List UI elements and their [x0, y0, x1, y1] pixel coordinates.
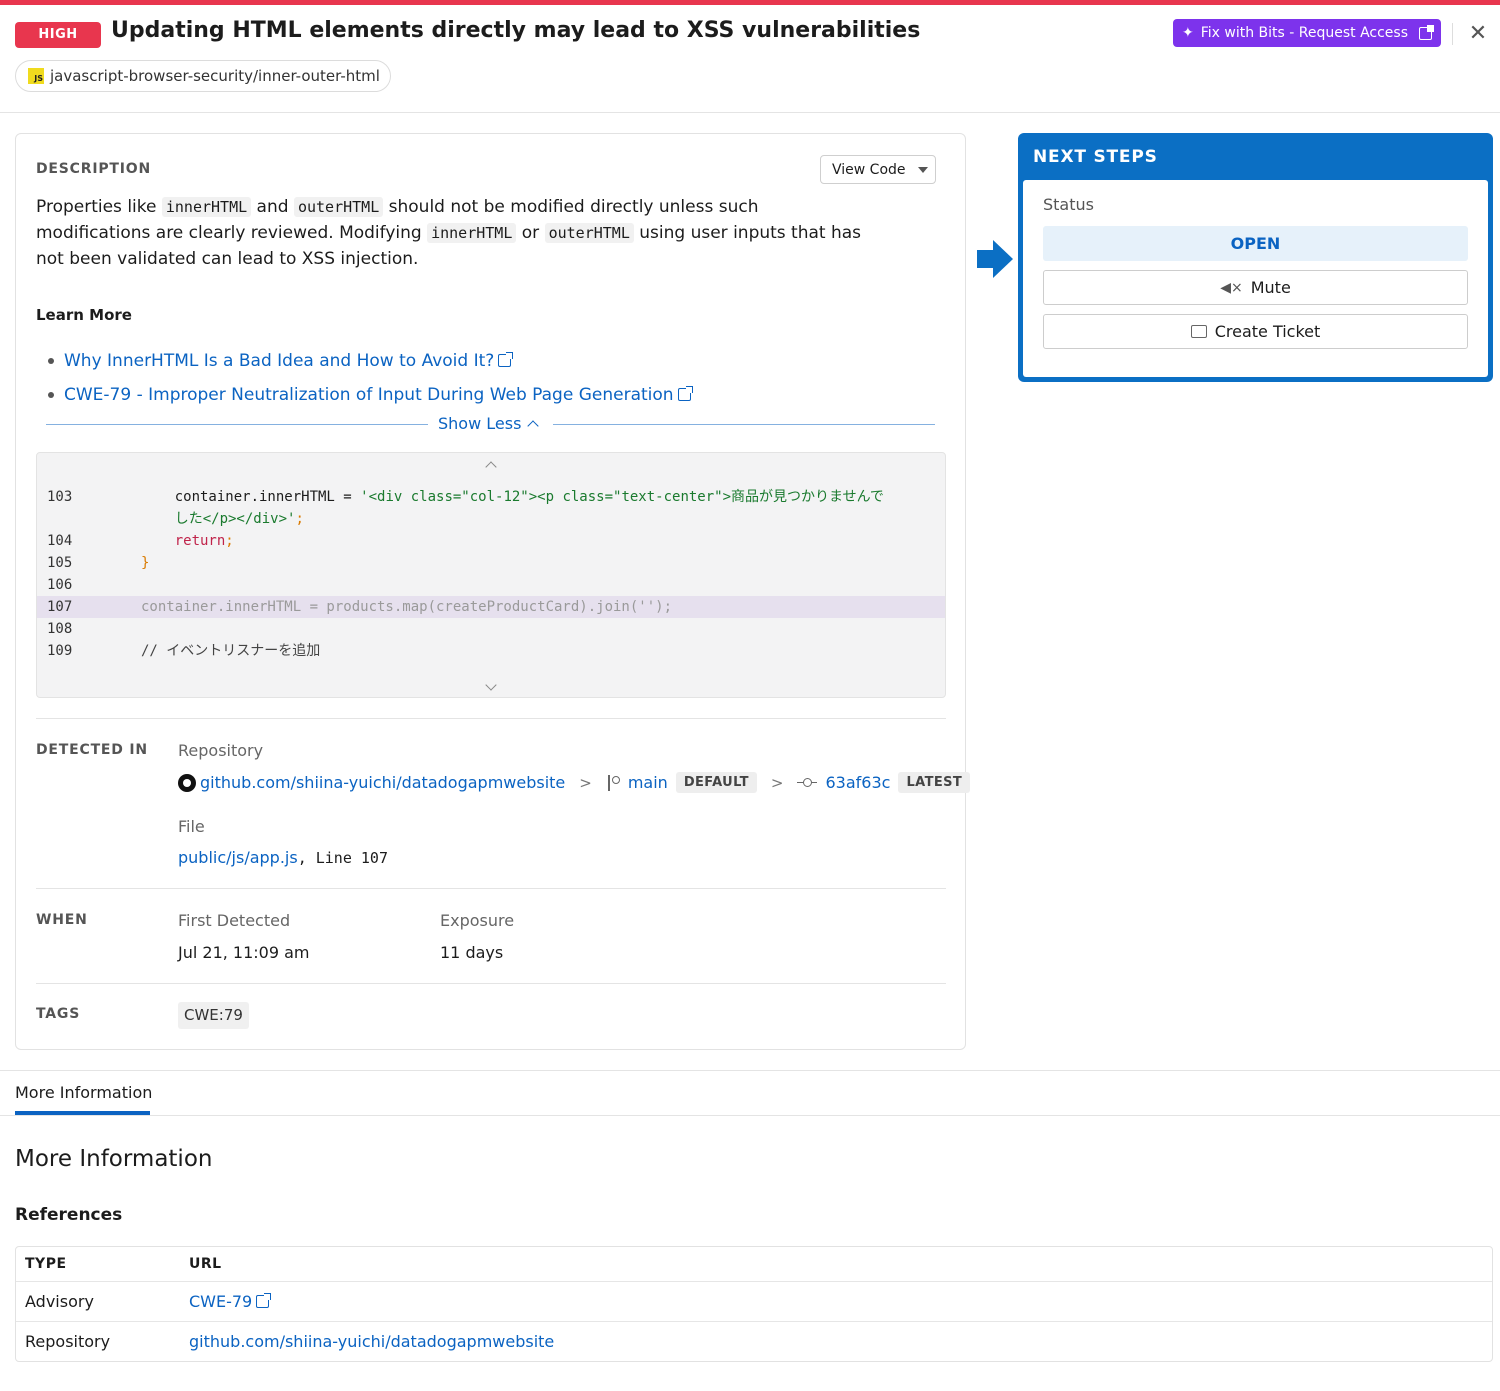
mute-label: Mute	[1250, 278, 1291, 297]
mute-button[interactable]: ◀× Mute	[1043, 270, 1468, 305]
tags-label: TAGS	[36, 1006, 81, 1022]
next-steps-body: Status OPEN ◀× Mute Create Ticket	[1023, 180, 1488, 377]
reference-url-link[interactable]: CWE-79	[189, 1292, 272, 1311]
code-line: 108	[47, 621, 73, 637]
rule-id-pill[interactable]: JS javascript-browser-security/inner-out…	[15, 60, 391, 92]
description-text: Properties like innerHTML and outerHTML …	[36, 197, 862, 269]
learn-more-link[interactable]: Why InnerHTML Is a Bad Idea and How to A…	[64, 344, 514, 378]
show-less-label: Show Less	[438, 414, 522, 433]
code-line: 109// イベントリスナーを追加	[47, 643, 321, 659]
tab-more-information[interactable]: More Information	[15, 1083, 152, 1102]
description-label: DESCRIPTION	[36, 161, 151, 177]
learn-more-link[interactable]: CWE-79 - Improper Neutralization of Inpu…	[64, 378, 693, 412]
create-ticket-button[interactable]: Create Ticket	[1043, 314, 1468, 349]
commit-link[interactable]: 63af63c	[825, 773, 890, 792]
learn-more-list: Why InnerHTML Is a Bad Idea and How to A…	[48, 344, 693, 412]
file-location: public/js/app.js , Line 107	[178, 848, 388, 867]
code-line: 103 container.innerHTML = '<div class="c…	[47, 489, 884, 505]
table-row: Repository github.com/shiina-yuichi/data…	[16, 1322, 1492, 1362]
view-code-label: View Code	[832, 161, 906, 178]
code-line: した</p></div>';	[174, 511, 304, 527]
create-ticket-label: Create Ticket	[1214, 322, 1321, 341]
section-divider	[36, 888, 946, 889]
file-label: File	[178, 817, 205, 836]
table-header-row: TYPE URL	[16, 1247, 1492, 1282]
line-number: , Line 107	[297, 848, 388, 867]
code-snippet: 103 container.innerHTML = '<div class="c…	[36, 452, 946, 698]
exposure-label: Exposure	[440, 911, 515, 930]
next-steps-panel: NEXT STEPS Status OPEN ◀× Mute Create Ti…	[1018, 133, 1493, 382]
repository-label: Repository	[178, 741, 264, 760]
ticket-icon	[1190, 325, 1207, 338]
expand-up-icon[interactable]	[485, 461, 497, 473]
branch-link[interactable]: main	[628, 773, 668, 792]
close-icon[interactable]: ✕	[1466, 22, 1490, 46]
external-link-icon	[498, 352, 514, 367]
tab-bar: More Information	[0, 1070, 1500, 1116]
tag-chip[interactable]: CWE:79	[178, 1002, 249, 1029]
finding-details-card: DESCRIPTION View Code Properties like in…	[15, 133, 971, 1050]
when-label: WHEN	[36, 912, 88, 928]
more-information-heading: More Information	[15, 1146, 213, 1172]
external-link-icon	[677, 386, 693, 401]
column-header-url: URL	[189, 1256, 222, 1272]
chevron-right-icon: >	[579, 773, 592, 792]
header-separator	[1452, 23, 1453, 45]
expand-down-icon[interactable]	[485, 679, 497, 691]
references-heading: References	[15, 1205, 123, 1225]
list-item: Why InnerHTML Is a Bad Idea and How to A…	[48, 344, 691, 378]
next-steps-title: NEXT STEPS	[1033, 147, 1158, 167]
fix-with-bits-button[interactable]: ✦ Fix with Bits - Request Access	[1173, 19, 1441, 47]
default-branch-badge: DEFAULT	[675, 772, 757, 793]
reference-url-link[interactable]: github.com/shiina-yuichi/datadogapmwebsi…	[189, 1332, 554, 1351]
column-header-type: TYPE	[25, 1256, 67, 1272]
section-divider	[36, 983, 946, 984]
code-line-highlighted: 107 container.innerHTML = products.map(cr…	[37, 596, 945, 618]
fix-with-bits-label: Fix with Bits - Request Access	[1200, 25, 1409, 41]
chevron-up-icon	[527, 419, 540, 432]
github-icon	[178, 773, 196, 792]
arrow-right-icon	[977, 240, 1013, 278]
active-tab-indicator	[15, 1111, 150, 1115]
external-link-icon	[256, 1293, 272, 1308]
git-commit-icon	[797, 777, 818, 788]
severity-badge: HIGH	[15, 22, 101, 48]
page-title: Updating HTML elements directly may lead…	[111, 18, 921, 43]
git-branch-icon	[606, 774, 620, 792]
code-line: 106	[47, 577, 73, 593]
view-code-dropdown[interactable]: View Code	[820, 155, 936, 184]
code-line: 104 return;	[47, 533, 234, 549]
show-less-divider	[46, 424, 428, 425]
section-divider	[36, 718, 946, 719]
exposure-value: 11 days	[440, 943, 504, 962]
show-less-button[interactable]: Show Less	[438, 414, 540, 433]
list-item: CWE-79 - Improper Neutralization of Inpu…	[48, 378, 693, 412]
detected-in-label: DETECTED IN	[36, 742, 148, 758]
table-row: Advisory CWE-79	[16, 1282, 1492, 1322]
bullet-icon	[48, 358, 54, 364]
status-open-button[interactable]: OPEN	[1043, 226, 1468, 261]
reference-type: Repository	[25, 1332, 111, 1351]
repository-link[interactable]: github.com/shiina-yuichi/datadogapmwebsi…	[200, 773, 565, 792]
file-link[interactable]: public/js/app.js	[178, 848, 298, 867]
rule-id-label: javascript-browser-security/inner-outer-…	[50, 67, 380, 85]
repository-breadcrumb: github.com/shiina-yuichi/datadogapmwebsi…	[178, 772, 971, 793]
sparkle-icon: ✦	[1181, 25, 1194, 41]
learn-more-heading: Learn More	[36, 306, 132, 324]
show-less-divider	[553, 424, 935, 425]
first-detected-value: Jul 21, 11:09 am	[178, 943, 310, 962]
page-header: HIGH Updating HTML elements directly may…	[0, 5, 1500, 113]
bullet-icon	[48, 392, 54, 398]
latest-commit-badge: LATEST	[898, 772, 971, 793]
first-detected-label: First Detected	[178, 911, 291, 930]
reference-type: Advisory	[25, 1292, 94, 1311]
external-link-icon	[1419, 24, 1435, 40]
references-table: TYPE URL Advisory CWE-79 Repository gith…	[15, 1246, 1493, 1362]
code-line: 105}	[47, 555, 150, 571]
chevron-right-icon: >	[770, 773, 784, 792]
caret-down-icon	[917, 166, 928, 173]
javascript-icon: JS	[28, 68, 44, 84]
speaker-mute-icon: ◀×	[1220, 279, 1243, 296]
status-label: Status	[1043, 195, 1094, 214]
